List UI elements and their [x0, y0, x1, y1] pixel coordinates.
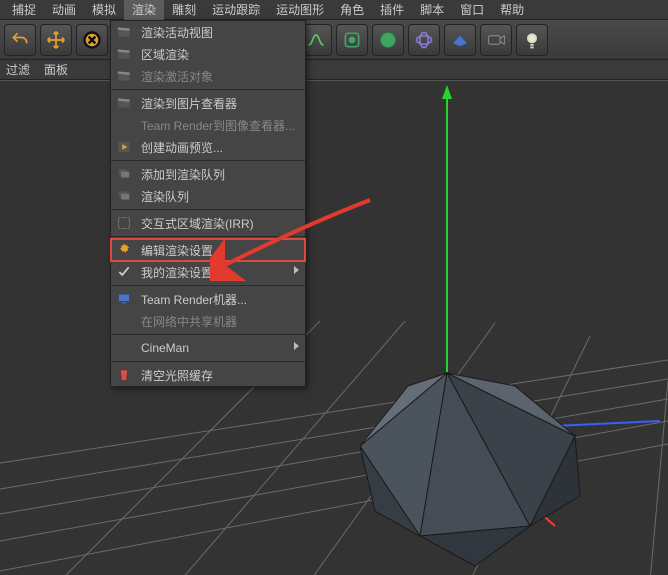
menuitem-渲染活动视图[interactable]: 渲染活动视图 — [111, 21, 305, 43]
flush-icon — [115, 367, 133, 383]
menu-插件[interactable]: 插件 — [372, 0, 412, 20]
menuitem-label: Team Render到图像查看器... — [141, 117, 295, 134]
menuitem-Team Render机器...[interactable]: Team Render机器... — [111, 288, 305, 310]
menubar: 捕捉动画模拟渲染雕刻运动跟踪运动图形角色插件脚本窗口帮助 — [0, 0, 668, 20]
menuitem-我的渲染设置[interactable]: 我的渲染设置 — [111, 261, 305, 283]
menuitem-渲染到图片查看器[interactable]: 渲染到图片查看器 — [111, 92, 305, 114]
subbar: 过滤面板 — [0, 60, 668, 80]
region-icon — [115, 215, 133, 231]
menu-雕刻[interactable]: 雕刻 — [164, 0, 204, 20]
chevron-right-icon — [294, 342, 299, 350]
menuitem-label: 清空光照缓存 — [141, 367, 213, 384]
menuitem-Team Render到图像查看器...: Team Render到图像查看器... — [111, 114, 305, 136]
menu-帮助[interactable]: 帮助 — [492, 0, 532, 20]
gear-icon — [115, 242, 133, 258]
clapper-icon — [115, 68, 133, 84]
play-icon — [115, 139, 133, 155]
viewport-scene — [0, 81, 668, 575]
menuitem-label: 在网络中共享机器 — [141, 313, 237, 330]
queue-icon — [115, 166, 133, 182]
queue-icon — [115, 188, 133, 204]
viewport-3d[interactable] — [0, 80, 668, 575]
blank-icon — [115, 340, 133, 356]
menuitem-label: 渲染到图片查看器 — [141, 95, 237, 112]
deform-icon[interactable] — [336, 24, 368, 56]
menuitem-CineMan[interactable]: CineMan — [111, 337, 305, 359]
menuitem-编辑渲染设置...[interactable]: 编辑渲染设置... — [111, 239, 305, 261]
menu-捕捉[interactable]: 捕捉 — [4, 0, 44, 20]
menuitem-label: 添加到渲染队列 — [141, 166, 225, 183]
clapper-icon — [115, 46, 133, 62]
blank-icon — [115, 313, 133, 329]
sphere-icon[interactable] — [372, 24, 404, 56]
menuitem-label: 渲染队列 — [141, 188, 189, 205]
menuitem-渲染队列[interactable]: 渲染队列 — [111, 185, 305, 207]
menuitem-label: 渲染激活对象 — [141, 68, 213, 85]
menu-运动图形[interactable]: 运动图形 — [268, 0, 332, 20]
menu-角色[interactable]: 角色 — [332, 0, 372, 20]
menuitem-label: 区域渲染 — [141, 46, 189, 63]
menu-窗口[interactable]: 窗口 — [452, 0, 492, 20]
move-icon[interactable] — [40, 24, 72, 56]
blank-icon — [115, 117, 133, 133]
menuitem-创建动画预览...[interactable]: 创建动画预览... — [111, 136, 305, 158]
menuitem-在网络中共享机器: 在网络中共享机器 — [111, 310, 305, 332]
menuitem-渲染激活对象: 渲染激活对象 — [111, 65, 305, 87]
menuitem-label: 编辑渲染设置... — [141, 242, 223, 259]
menuitem-区域渲染[interactable]: 区域渲染 — [111, 43, 305, 65]
menuitem-label: 创建动画预览... — [141, 139, 223, 156]
menuitem-label: Team Render机器... — [141, 291, 247, 308]
clapper-icon — [115, 24, 133, 40]
menuitem-label: 我的渲染设置 — [141, 264, 213, 281]
subbar-面板[interactable]: 面板 — [44, 61, 68, 78]
menuitem-label: CineMan — [141, 341, 189, 355]
menuitem-label: 交互式区域渲染(IRR) — [141, 215, 254, 232]
menu-模拟[interactable]: 模拟 — [84, 0, 124, 20]
menu-动画[interactable]: 动画 — [44, 0, 84, 20]
camera-icon[interactable] — [480, 24, 512, 56]
menu-运动跟踪[interactable]: 运动跟踪 — [204, 0, 268, 20]
close-icon[interactable] — [76, 24, 108, 56]
menuitem-交互式区域渲染(IRR)[interactable]: 交互式区域渲染(IRR) — [111, 212, 305, 234]
menu-渲染[interactable]: 渲染 — [124, 0, 164, 20]
toolbar — [0, 20, 668, 60]
clapper-icon — [115, 95, 133, 111]
menuitem-label: 渲染活动视图 — [141, 24, 213, 41]
subbar-过滤[interactable]: 过滤 — [6, 61, 30, 78]
render-menu-dropdown: 渲染活动视图区域渲染渲染激活对象渲染到图片查看器 Team Render到图像查看… — [110, 20, 306, 387]
menu-脚本[interactable]: 脚本 — [412, 0, 452, 20]
undo-icon[interactable] — [4, 24, 36, 56]
check-icon — [115, 264, 133, 280]
monitor-icon — [115, 291, 133, 307]
menuitem-清空光照缓存[interactable]: 清空光照缓存 — [111, 364, 305, 386]
plane-icon[interactable] — [444, 24, 476, 56]
menuitem-添加到渲染队列[interactable]: 添加到渲染队列 — [111, 163, 305, 185]
field-icon[interactable] — [408, 24, 440, 56]
light-icon[interactable] — [516, 24, 548, 56]
chevron-right-icon — [294, 266, 299, 274]
